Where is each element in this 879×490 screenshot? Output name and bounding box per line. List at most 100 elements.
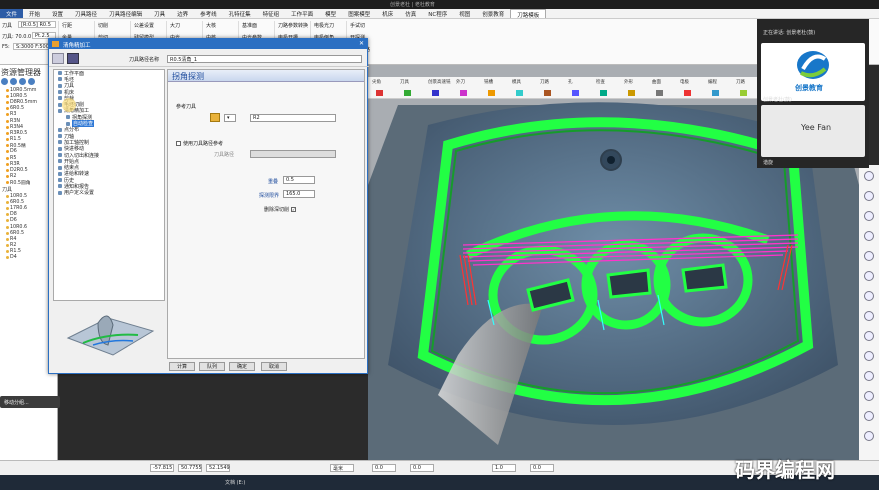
tool-shape-icon[interactable] xyxy=(600,90,607,96)
use-ref-path-checkbox[interactable] xyxy=(176,141,181,146)
viewport-tool-label[interactable]: 尖角 xyxy=(372,79,381,85)
view-orient-icon[interactable] xyxy=(864,291,874,301)
tool-shape-icon[interactable] xyxy=(460,90,467,96)
viewport-tool-label[interactable]: 曲面 xyxy=(652,79,661,85)
unit-select[interactable]: 毫米 xyxy=(330,464,354,472)
view-orient-icon[interactable] xyxy=(864,211,874,221)
tool-picker-dropdown[interactable]: ▾ xyxy=(224,114,236,122)
remove-deep-option[interactable]: 删除深切削 ✓ xyxy=(264,206,297,213)
view-orient-icon[interactable] xyxy=(864,411,874,421)
ribbon-button[interactable]: 刀路参数转换 xyxy=(278,22,308,29)
menu-item[interactable]: 创景教育 xyxy=(476,9,510,18)
ribbon-button[interactable]: 大核 xyxy=(206,22,216,29)
ref-tool-select[interactable]: R2 xyxy=(250,114,336,122)
ribbon-button[interactable]: 行距 xyxy=(62,22,72,29)
menu-item[interactable]: 刀具路径编辑 xyxy=(103,9,148,18)
view-orient-icon[interactable] xyxy=(864,311,874,321)
view-orient-icon[interactable] xyxy=(864,251,874,261)
tool-shape-icon[interactable] xyxy=(404,90,411,96)
menu-item[interactable]: 文件 xyxy=(0,9,24,18)
menu-item[interactable]: 特征组 xyxy=(257,9,286,18)
menu-item[interactable]: 参考线 xyxy=(194,9,223,18)
view-orient-icon[interactable] xyxy=(864,431,874,441)
taskbar-file[interactable]: 文档 (E:) xyxy=(225,479,245,486)
tool-shape-icon[interactable] xyxy=(544,90,551,96)
menu-item[interactable]: 孔特征集 xyxy=(223,9,257,18)
menu-item[interactable]: 图案模型 xyxy=(342,9,376,18)
template-icon[interactable] xyxy=(52,53,64,64)
menu-item[interactable]: 工作平面 xyxy=(285,9,319,18)
angle-input[interactable]: 165.0 xyxy=(283,190,315,198)
tool-shape-icon[interactable] xyxy=(628,90,635,96)
library-icon[interactable] xyxy=(67,53,79,64)
ribbon-button[interactable]: 基准面 xyxy=(242,22,257,29)
viewport-tool-label[interactable]: 刀路 xyxy=(736,79,745,85)
gear-icon[interactable] xyxy=(19,78,26,85)
menu-item[interactable]: 刀具 xyxy=(148,9,171,18)
tool-shape-icon[interactable] xyxy=(376,90,383,96)
tool-shape-icon[interactable] xyxy=(488,90,495,96)
view-orient-icon[interactable] xyxy=(864,231,874,241)
calculate-button[interactable]: 计算 xyxy=(169,362,195,371)
viewport-tool-label[interactable]: 铣槽 xyxy=(484,79,493,85)
remove-deep-checkbox[interactable]: ✓ xyxy=(291,207,297,212)
viewport-tool-label[interactable]: 创景高速铣 xyxy=(428,79,451,85)
view-orient-icon[interactable] xyxy=(864,351,874,361)
ok-button[interactable]: 确定 xyxy=(229,362,255,371)
viewport-tool-label[interactable]: 刀具 xyxy=(400,79,409,85)
viewport-tool-label[interactable]: 电极 xyxy=(680,79,689,85)
view-orient-icon[interactable] xyxy=(864,171,874,181)
menu-item[interactable]: 刀路模板 xyxy=(510,9,547,19)
angle-label: 探测限界 xyxy=(259,193,280,199)
video-tile-host[interactable]: 创景教育 xyxy=(761,43,865,101)
use-ref-path-option[interactable]: 使用刀具路径参考 xyxy=(176,140,223,147)
eye-icon[interactable] xyxy=(28,78,35,85)
ribbon-button[interactable]: 手试切 xyxy=(350,22,365,29)
view-orient-icon[interactable] xyxy=(864,271,874,281)
tool-shape-icon[interactable] xyxy=(740,90,747,96)
viewport-tool-label[interactable]: 检查 xyxy=(596,79,605,85)
menu-item[interactable]: 设置 xyxy=(46,9,69,18)
menu-item[interactable]: 视图 xyxy=(453,9,476,18)
ribbon-tool-value[interactable]: [R:0.5] R0.5 xyxy=(18,21,56,28)
menu-item[interactable]: 机床 xyxy=(376,9,399,18)
tool-shape-icon[interactable] xyxy=(684,90,691,96)
tool-item-label: 10R0.6 xyxy=(10,224,28,230)
menu-item[interactable]: 仿真 xyxy=(399,9,422,18)
tool-shape-icon[interactable] xyxy=(712,90,719,96)
video-tile-guest[interactable]: Yee Fan xyxy=(761,105,865,157)
path-name-input[interactable]: R0.5清角_1 xyxy=(167,55,362,63)
menu-item[interactable]: NC程序 xyxy=(422,9,453,18)
ribbon-button[interactable]: 切削 xyxy=(98,22,108,29)
tool-shape-icon[interactable] xyxy=(432,90,439,96)
strategy-tree-item[interactable]: 用户定义设置 xyxy=(54,190,164,196)
ref-path-select[interactable] xyxy=(250,150,336,158)
viewport-tool-label[interactable]: 编程 xyxy=(708,79,717,85)
menu-item[interactable]: 开始 xyxy=(23,9,46,18)
tool-shape-icon[interactable] xyxy=(516,90,523,96)
ribbon-button[interactable]: 公差设置 xyxy=(134,22,154,29)
cancel-button[interactable]: 取消 xyxy=(261,362,287,371)
ribbon-button[interactable]: 电极光刀 xyxy=(314,22,334,29)
ribbon-button[interactable]: 大刀 xyxy=(170,22,180,29)
view-orient-icon[interactable] xyxy=(864,191,874,201)
menu-item[interactable]: 模型 xyxy=(319,9,342,18)
viewport-tool-label[interactable]: 孔 xyxy=(568,79,573,85)
viewport-tool-label[interactable]: 外形 xyxy=(624,79,633,85)
view-orient-icon[interactable] xyxy=(864,371,874,381)
folder-icon xyxy=(6,144,9,148)
menu-item[interactable]: 边界 xyxy=(171,9,194,18)
menu-item[interactable]: 刀具路径 xyxy=(69,9,103,18)
queue-button[interactable]: 队列 xyxy=(199,362,225,371)
viewport-tool-label[interactable]: 模具 xyxy=(512,79,521,85)
overlap-input[interactable]: 0.5 xyxy=(283,176,315,184)
view-orient-icon[interactable] xyxy=(864,331,874,341)
refresh-icon[interactable] xyxy=(1,78,8,85)
viewport-tool-label[interactable]: 外刀 xyxy=(456,79,465,85)
viewport-tool-label[interactable]: 刀路 xyxy=(540,79,549,85)
tool-shape-icon[interactable] xyxy=(656,90,663,96)
tool-shape-icon[interactable] xyxy=(572,90,579,96)
home-icon[interactable] xyxy=(10,78,17,85)
close-icon[interactable]: ✕ xyxy=(359,40,364,47)
view-orient-icon[interactable] xyxy=(864,391,874,401)
